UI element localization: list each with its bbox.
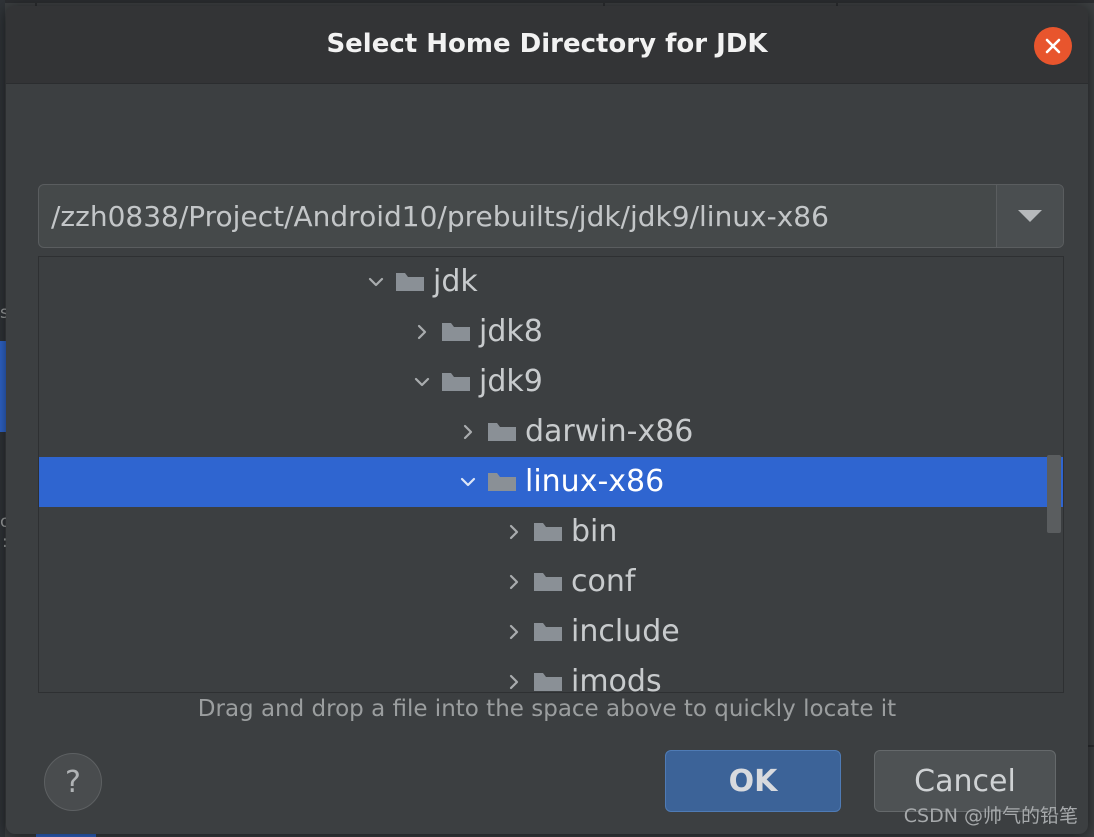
close-icon[interactable] [1034,27,1072,65]
watermark: CSDN @帅气的铅笔 [904,801,1078,828]
background-top-divider [0,0,1094,3]
chevron-right-icon[interactable] [405,321,439,343]
path-input[interactable] [39,185,996,247]
tree-row[interactable]: conf [39,557,1063,607]
chevron-down-icon[interactable] [451,471,485,493]
folder-icon [531,619,565,645]
tree-row[interactable]: include [39,607,1063,657]
folder-icon [485,469,519,495]
tree-item-label: jdk9 [479,365,543,399]
tree-row[interactable]: linux-x86 [39,457,1063,507]
drag-drop-hint: Drag and drop a file into the space abov… [6,696,1088,722]
select-home-directory-dialog: Select Home Directory for JDK [6,6,1088,834]
folder-icon [485,419,519,445]
chevron-down-icon[interactable] [405,371,439,393]
chevron-down-icon[interactable] [359,271,393,293]
folder-icon [439,319,473,345]
tree-item-label: jdk [433,265,478,299]
tree-row[interactable]: jdk9 [39,357,1063,407]
chevron-right-icon[interactable] [451,421,485,443]
dialog-titlebar: Select Home Directory for JDK [6,6,1088,84]
tree-list: jdkjdk8 jdk9 darwin-x86 linux-x86 bin conf inc… [39,257,1063,693]
tree-item-label: conf [571,565,635,599]
help-button[interactable]: ? [44,753,102,811]
tree-item-label: darwin-x86 [525,415,693,449]
folder-icon [439,369,473,395]
chevron-right-icon[interactable] [497,621,531,643]
dialog-title: Select Home Directory for JDK [6,6,1088,83]
chevron-right-icon[interactable] [497,671,531,693]
tree-row[interactable]: jdk [39,257,1063,307]
ok-button[interactable]: OK [665,750,841,812]
chevron-right-icon[interactable] [497,521,531,543]
tree-row[interactable]: imods [39,657,1063,693]
tree-item-label: bin [571,515,617,549]
tree-row[interactable]: bin [39,507,1063,557]
tree-row[interactable]: jdk8 [39,307,1063,357]
tree-scrollbar-thumb[interactable] [1047,455,1061,533]
dialog-toolbar: Hide path [6,84,1088,172]
folder-icon [531,669,565,693]
tree-item-label: imods [571,665,662,693]
chevron-right-icon[interactable] [497,571,531,593]
folder-icon [393,269,427,295]
tree-row[interactable]: darwin-x86 [39,407,1063,457]
chevron-down-icon[interactable] [996,185,1063,247]
tree-item-label: include [571,615,680,649]
folder-icon [531,569,565,595]
path-field-row [38,184,1064,248]
directory-tree[interactable]: jdkjdk8 jdk9 darwin-x86 linux-x86 bin conf inc… [38,256,1064,693]
tree-item-label: jdk8 [479,315,543,349]
folder-icon [531,519,565,545]
tree-item-label: linux-x86 [525,465,664,499]
